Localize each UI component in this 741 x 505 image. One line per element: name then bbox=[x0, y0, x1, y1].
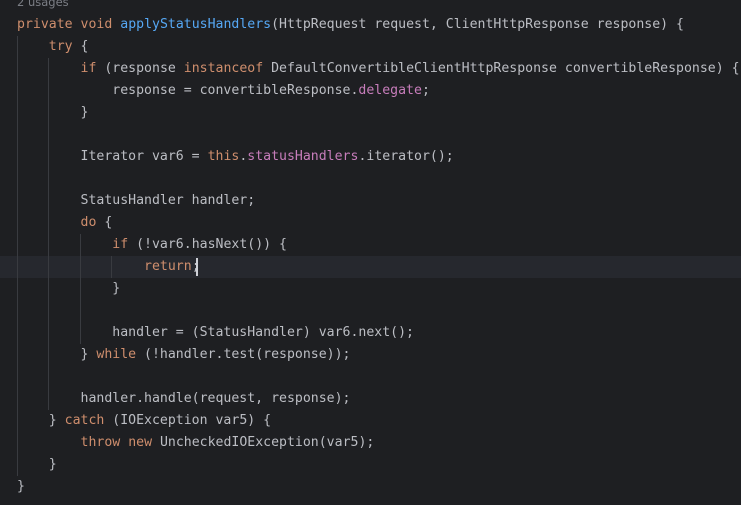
code-keyword: void bbox=[80, 17, 113, 32]
code-keyword: instanceof bbox=[183, 61, 264, 76]
code-keyword: this bbox=[207, 149, 240, 164]
code-text: (!handler.test(response)); bbox=[136, 347, 351, 362]
code-keyword: catch bbox=[64, 413, 105, 428]
code-text: (!var6.hasNext()) { bbox=[128, 237, 287, 252]
code-line[interactable]: handler = (StatusHandler) var6.next(); bbox=[0, 322, 741, 344]
code-line[interactable]: private void applyStatusHandlers(HttpReq… bbox=[0, 14, 741, 36]
code-text: Iterator var6 = bbox=[17, 149, 208, 164]
code-keyword: do bbox=[80, 215, 97, 230]
code-function-name: applyStatusHandlers bbox=[120, 17, 272, 32]
code-line[interactable] bbox=[0, 168, 741, 190]
code-text: } bbox=[17, 281, 121, 296]
code-text: } bbox=[17, 105, 89, 120]
code-line[interactable]: } bbox=[0, 102, 741, 124]
code-keyword: throw bbox=[80, 435, 121, 450]
code-text: (IOException var5) { bbox=[104, 413, 272, 428]
code-line[interactable]: } bbox=[0, 278, 741, 300]
code-text: .iterator(); bbox=[358, 149, 454, 164]
code-line[interactable]: } bbox=[0, 454, 741, 476]
code-keyword: try bbox=[48, 39, 73, 54]
code-text: } bbox=[17, 457, 57, 472]
code-text: (response bbox=[96, 61, 184, 76]
code-line[interactable]: handler.handle(request, response); bbox=[0, 388, 741, 410]
code-line[interactable]: response = convertibleResponse.delegate; bbox=[0, 80, 741, 102]
code-text: ; bbox=[421, 83, 430, 98]
code-keyword: private bbox=[17, 17, 73, 32]
text-caret bbox=[196, 258, 198, 276]
code-line[interactable]: if (response instanceof DefaultConvertib… bbox=[0, 58, 741, 80]
usages-hint[interactable]: 2 usages bbox=[17, 0, 69, 10]
code-text: { bbox=[72, 39, 89, 54]
code-keyword: while bbox=[96, 347, 137, 362]
code-keyword: if bbox=[80, 61, 97, 76]
code-line[interactable]: return; bbox=[0, 256, 741, 278]
code-text: { bbox=[96, 215, 113, 230]
code-line[interactable]: } bbox=[0, 476, 741, 498]
code-line[interactable] bbox=[0, 124, 741, 146]
code-line[interactable]: throw new UncheckedIOException(var5); bbox=[0, 432, 741, 454]
code-line[interactable]: if (!var6.hasNext()) { bbox=[0, 234, 741, 256]
code-text: handler = (StatusHandler) var6.next(); bbox=[17, 325, 414, 340]
code-field: delegate bbox=[358, 83, 422, 98]
code-text: (HttpRequest request, ClientHttpResponse… bbox=[271, 17, 684, 32]
code-text: DefaultConvertibleClientHttpResponse con… bbox=[263, 61, 740, 76]
code-text: handler.handle(request, response); bbox=[17, 391, 351, 406]
code-line[interactable]: } catch (IOException var5) { bbox=[0, 410, 741, 432]
code-text: } bbox=[17, 347, 97, 362]
code-line[interactable]: do { bbox=[0, 212, 741, 234]
code-keyword: return bbox=[144, 259, 192, 274]
code-line[interactable]: Iterator var6 = this.statusHandlers.iter… bbox=[0, 146, 741, 168]
code-text: UncheckedIOException(var5); bbox=[152, 435, 375, 450]
code-text: } bbox=[17, 479, 25, 494]
code-editor[interactable]: 2 usages private void applyStatusHandler… bbox=[0, 0, 741, 505]
code-text: } bbox=[17, 413, 65, 428]
code-line[interactable]: } while (!handler.test(response)); bbox=[0, 344, 741, 366]
code-line[interactable]: try { bbox=[0, 36, 741, 58]
code-keyword: new bbox=[128, 435, 153, 450]
code-line[interactable] bbox=[0, 300, 741, 322]
code-field: statusHandlers bbox=[247, 149, 359, 164]
code-text: StatusHandler handler; bbox=[17, 193, 256, 208]
code-text: response = convertibleResponse. bbox=[17, 83, 359, 98]
code-keyword: if bbox=[112, 237, 129, 252]
code-line[interactable] bbox=[0, 366, 741, 388]
code-line[interactable]: StatusHandler handler; bbox=[0, 190, 741, 212]
